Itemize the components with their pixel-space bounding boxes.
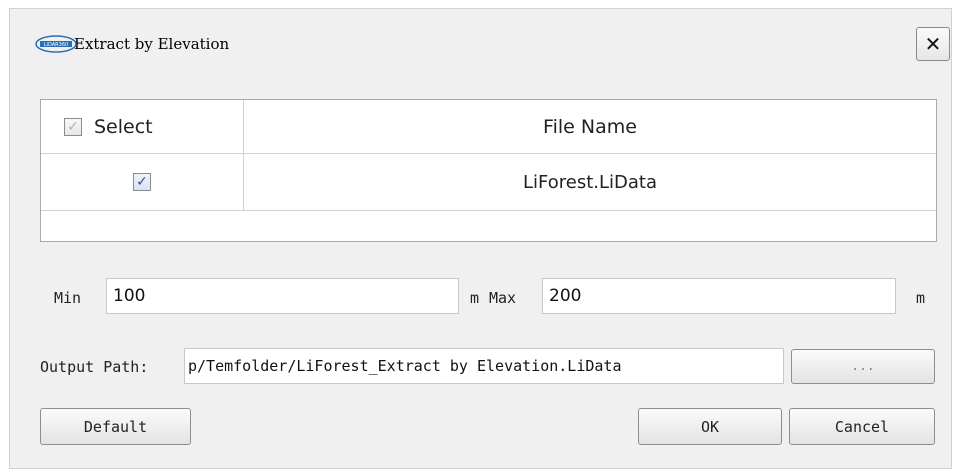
min-input[interactable]: 100 [106,278,459,314]
close-icon: ✕ [924,32,942,56]
min-value: 100 [113,286,146,306]
close-button[interactable]: ✕ [916,27,950,61]
select-column-header: ✓ Select [41,100,244,153]
file-name-header-label: File Name [543,115,637,138]
row-file-name: LiForest.LiData [523,171,657,193]
default-button-label: Default [83,417,148,436]
file-name-column-header: File Name [244,100,936,153]
browse-button-label: ... [851,359,875,374]
cancel-button-label: Cancel [834,417,890,436]
output-path-label: Output Path: [40,358,149,376]
max-unit-label: m [916,289,926,307]
table-header: ✓ Select File Name [41,100,936,154]
output-path-value: p/Temfolder/LiForest_Extract by Elevatio… [188,357,622,375]
max-label: Max [489,289,517,307]
select-header-label: Select [94,115,153,138]
max-input[interactable]: 200 [542,278,896,314]
file-table: ✓ Select File Name ✓ LiForest.LiData [40,99,937,242]
ok-button-label: OK [700,417,720,436]
select-all-checkbox[interactable]: ✓ [64,117,82,136]
min-unit-label: m [470,289,480,307]
table-row[interactable]: ✓ LiForest.LiData [41,154,936,211]
row-select-cell: ✓ [41,154,244,210]
row-file-cell: LiForest.LiData [244,154,936,210]
title-bar: LiDAR360 Extract by Elevation [34,34,229,54]
dialog-title: Extract by Elevation [74,35,230,53]
cancel-button[interactable]: Cancel [789,408,935,445]
browse-button[interactable]: ... [791,349,935,384]
output-path-input[interactable]: p/Temfolder/LiForest_Extract by Elevatio… [184,348,784,384]
ok-button[interactable]: OK [638,408,782,445]
min-label: Min [54,289,82,307]
row-checkbox[interactable]: ✓ [133,173,151,191]
default-button[interactable]: Default [40,408,191,445]
max-value: 200 [549,286,582,306]
app-logo-icon: LiDAR360 [34,35,82,53]
svg-text:LiDAR360: LiDAR360 [44,42,68,48]
